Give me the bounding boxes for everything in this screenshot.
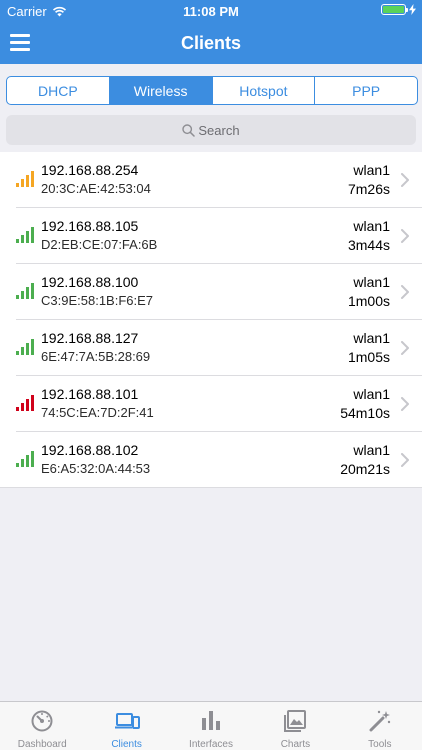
client-list: 192.168.88.254 20:3C:AE:42:53:04 wlan1 7m26…: [0, 152, 422, 488]
client-row[interactable]: 192.168.88.102 E6:A5:32:0A:44:53 wlan1 20m2…: [0, 432, 422, 488]
client-interface: wlan1: [353, 442, 390, 458]
client-interface: wlan1: [353, 274, 390, 290]
client-uptime: 3m44s: [347, 237, 390, 253]
segment-area: DHCP Wireless Hotspot PPP: [0, 64, 422, 112]
client-ip: 192.168.88.105: [41, 218, 139, 234]
dashboard-gauge-icon: [31, 710, 53, 732]
client-row[interactable]: 192.168.88.101 74:5C:EA:7D:2F:41 wlan1 54m1…: [0, 376, 422, 432]
client-row[interactable]: 192.168.88.254 20:3C:AE:42:53:04 wlan1 7m26…: [0, 152, 422, 208]
search-placeholder: Search: [198, 122, 240, 138]
chevron-right-icon: [401, 397, 409, 411]
search-input[interactable]: Search: [6, 115, 416, 145]
search-icon: [182, 123, 196, 137]
tab-label: Clients: [111, 739, 142, 750]
chevron-right-icon: [401, 341, 409, 355]
client-ip: 192.168.88.254: [41, 162, 139, 178]
client-mac: E6:A5:32:0A:44:53: [41, 461, 151, 476]
chevron-right-icon: [401, 453, 409, 467]
client-interface: wlan1: [353, 218, 390, 234]
segment-dhcp[interactable]: DHCP: [7, 77, 110, 104]
tab-label: Charts: [280, 739, 311, 750]
signal-strength-icon: [16, 395, 34, 411]
client-mac: 20:3C:AE:42:53:04: [41, 181, 151, 196]
tab-bar: Dashboard Clients Interfaces Charts Tool…: [0, 701, 422, 750]
signal-strength-icon: [16, 283, 34, 299]
charging-bolt-icon: [409, 4, 416, 15]
header: Carrier 11:08 PM Clients: [0, 0, 422, 64]
client-interface: wlan1: [353, 330, 390, 346]
tab-charts[interactable]: Charts: [253, 702, 337, 750]
client-row[interactable]: 192.168.88.127 6E:47:7A:5B:28:69 wlan1 1m05…: [0, 320, 422, 376]
tab-clients[interactable]: Clients: [84, 702, 168, 750]
charts-gallery-icon: [284, 710, 307, 732]
client-uptime: 20m21s: [340, 461, 390, 477]
client-row[interactable]: 192.168.88.100 C3:9E:58:1B:F6:E7 wlan1 1m00…: [0, 264, 422, 320]
client-uptime: 1m05s: [347, 349, 390, 365]
client-ip: 192.168.88.127: [41, 330, 139, 346]
client-ip: 192.168.88.101: [41, 386, 139, 402]
status-right: [381, 4, 416, 15]
client-uptime: 7m26s: [347, 181, 390, 197]
client-ip: 192.168.88.102: [41, 442, 139, 458]
segmented-control: DHCP Wireless Hotspot PPP: [6, 76, 418, 105]
chevron-right-icon: [401, 229, 409, 243]
devices-icon: [114, 713, 140, 729]
client-mac: 74:5C:EA:7D:2F:41: [41, 405, 154, 420]
signal-strength-icon: [16, 171, 34, 187]
bar-chart-icon: [202, 711, 221, 730]
segment-ppp[interactable]: PPP: [315, 77, 417, 104]
tab-label: Tools: [368, 739, 392, 750]
signal-strength-icon: [16, 227, 34, 243]
tab-label: Dashboard: [17, 739, 67, 750]
navbar: Clients: [0, 22, 422, 64]
segment-hotspot[interactable]: Hotspot: [213, 77, 316, 104]
client-interface: wlan1: [353, 386, 390, 402]
chevron-right-icon: [401, 173, 409, 187]
tab-label: Interfaces: [189, 739, 233, 750]
tab-tools[interactable]: Tools: [338, 702, 422, 750]
tab-dashboard[interactable]: Dashboard: [0, 702, 84, 750]
client-interface: wlan1: [353, 162, 390, 178]
page-title: Clients: [180, 33, 241, 53]
status-time: 11:08 PM: [183, 4, 239, 19]
client-mac: C3:9E:58:1B:F6:E7: [41, 293, 154, 308]
client-row[interactable]: 192.168.88.105 D2:EB:CE:07:FA:6B wlan1 3m44…: [0, 208, 422, 264]
segment-wireless[interactable]: Wireless: [109, 77, 213, 104]
signal-strength-icon: [16, 339, 34, 355]
magic-wand-icon: [369, 710, 391, 732]
client-uptime: 1m00s: [347, 293, 390, 309]
client-mac: 6E:47:7A:5B:28:69: [41, 349, 151, 364]
client-uptime: 54m10s: [340, 405, 390, 421]
tab-interfaces[interactable]: Interfaces: [169, 702, 253, 750]
battery-icon: [381, 4, 408, 15]
status-bar: Carrier 11:08 PM: [0, 0, 422, 22]
client-ip: 192.168.88.100: [41, 274, 139, 290]
signal-strength-icon: [16, 451, 34, 467]
chevron-right-icon: [401, 285, 409, 299]
client-mac: D2:EB:CE:07:FA:6B: [41, 237, 158, 252]
